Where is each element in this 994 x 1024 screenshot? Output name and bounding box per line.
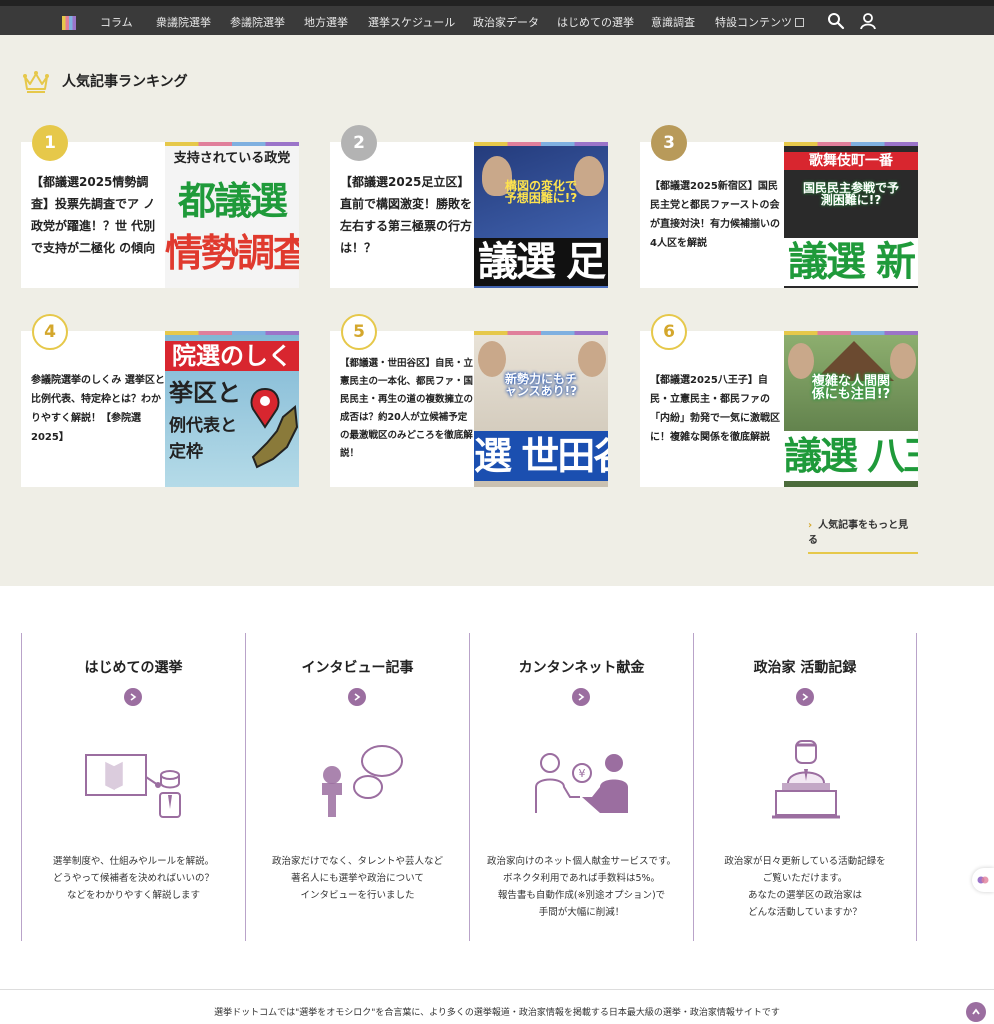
ranking-title: 人気記事ランキング — [62, 74, 188, 90]
microphone-speech-icon — [322, 745, 403, 817]
feature-interview[interactable]: インタビュー記事 政治家だけでなく、タレントや芸人など 著名人にも選挙や政治につ… — [245, 633, 469, 941]
back-to-top-button[interactable] — [966, 1002, 986, 1022]
ranking-card-title: 【都議選2025八王子】自民・立憲民主・都民ファの「内紛」勃発で一気に激戦区に！… — [650, 375, 780, 443]
feature-title: インタビュー記事 — [301, 660, 414, 676]
thumb-caption-main: 選 世田谷 — [474, 431, 608, 481]
rank-badge-6: 6 — [651, 314, 687, 350]
user-icon[interactable] — [859, 12, 877, 30]
nav-item-sangiin[interactable]: 参議院選挙 — [230, 14, 285, 30]
nav-item-first-election[interactable]: はじめての選挙 — [557, 14, 634, 30]
footer-divider — [0, 989, 994, 990]
board-teacher-icon — [85, 754, 181, 818]
ranking-card-thumbnail: 院選のしく 挙区と 例代表と 定枠 — [165, 331, 299, 487]
map-pin-icon — [250, 387, 299, 469]
feature-description: 政治家だけでなく、タレントや芸人など 著名人にも選挙や政治について インタビュー… — [271, 856, 443, 901]
ranking-more-label: 人気記事をもっと見る — [808, 520, 909, 546]
search-icon[interactable] — [827, 12, 845, 30]
side-widget-icon[interactable] — [972, 868, 994, 892]
ranking-card-thumbnail: 複雑な人間関係にも注目!? 議選 八王 — [784, 331, 918, 487]
ranking-card-title: 参議院選挙のしくみ 選挙区と比例代表、特定枠とは？わかりやすく解説！【参院選20… — [31, 375, 165, 443]
ranking-card-thumbnail: 新勢力にもチャンスあり!? 選 世田谷 — [474, 331, 608, 487]
ranking-header: 人気記事ランキング — [22, 69, 188, 93]
ranking-card-title: 【都議選2025足立区】直前で構図激変！勝敗を左右する第三極票の行方は！？ — [340, 175, 473, 255]
footer-tagline: 選挙ドットコムでは"選挙をオモシロク"を合言葉に、より多くの選挙報道・政治家情報… — [214, 1008, 780, 1018]
ranking-more-link[interactable]: › 人気記事をもっと見る — [808, 516, 918, 554]
rank-badge-3: 3 — [651, 125, 687, 161]
feature-links: はじめての選挙 選挙制度や、仕組みやルールを解説。 どうやって候補者を決めればい… — [21, 633, 918, 941]
feature-description: 選挙制度や、仕組みやルールを解説。 どうやって候補者を決めればいいの？ などをわ… — [52, 856, 215, 901]
thumb-caption-top: 支持されている政党 — [173, 151, 291, 166]
thumb-caption-main: 都議選 — [177, 179, 288, 223]
nav-item-schedule[interactable]: 選挙スケジュール — [368, 14, 455, 30]
ranking-card-4[interactable]: 参議院選挙のしくみ 選挙区と比例代表、特定枠とは？わかりやすく解説！【参院選20… — [21, 331, 299, 487]
feature-title: カンタンネット献金 — [518, 660, 645, 676]
feature-first-election[interactable]: はじめての選挙 選挙制度や、仕組みやルールを解説。 どうやって候補者を決めればい… — [21, 633, 245, 941]
donation-handshake-icon: ¥ — [535, 753, 628, 813]
feature-politician-activity[interactable]: 政治家 活動記録 政治家が日々更新している活動記録を ご覧いただけます。 あなた… — [693, 633, 917, 941]
ranking-card-title: 【都議選・世田谷区】自民・立憲民主の一本化、都民ファ・国民民主・再生の道の複数擁… — [340, 358, 474, 459]
arrow-right-icon[interactable] — [124, 688, 142, 706]
ranking-card-thumbnail: 歌舞伎町一番 国民民主参戦で予測困難に!? 議選 新 — [784, 142, 918, 288]
thumb-caption-sub: 情勢調査 — [165, 231, 299, 275]
thumb-caption-top: 歌舞伎町一番 — [784, 152, 918, 170]
ranking-card-title: 【都議選2025新宿区】国民民主党と都民ファーストの会が直接対決！有力候補揃いの… — [650, 181, 780, 249]
chevron-right-icon: › — [808, 520, 813, 531]
rank-badge-1: 1 — [32, 125, 68, 161]
ranking-card-1[interactable]: 【都議選2025情勢調査】投票先調査でア ノ政党が躍進！？世 代別で支持が二極化… — [21, 142, 299, 288]
nav-item-special[interactable]: 特設コンテンツ — [715, 14, 804, 30]
thumb-caption-sub: 例代表と 定枠 — [169, 416, 237, 462]
rank-badge-4: 4 — [32, 314, 68, 350]
ranking-card-5[interactable]: 【都議選・世田谷区】自民・立憲民主の一本化、都民ファ・国民民主・再生の道の複数擁… — [330, 331, 608, 487]
rank-badge-5: 5 — [341, 314, 377, 350]
ranking-card-2[interactable]: 【都議選2025足立区】直前で構図激変！勝敗を左右する第三極票の行方は！？ 構図… — [330, 142, 608, 288]
rank-badge-2: 2 — [341, 125, 377, 161]
site-logo-icon[interactable] — [62, 16, 76, 30]
nav-item-local[interactable]: 地方選挙 — [304, 14, 348, 30]
thumb-caption-mid: 国民民主参戦で予測困難に!? — [802, 181, 899, 207]
crown-icon — [23, 71, 49, 93]
ranking-card-6[interactable]: 【都議選2025八王子】自民・立憲民主・都民ファの「内紛」勃発で一気に激戦区に！… — [640, 331, 918, 487]
ranking-card-title: 【都議選2025情勢調査】投票先調査でア ノ政党が躍進！？世 代別で支持が二極化… — [31, 175, 156, 255]
ranking-card-3[interactable]: 【都議選2025新宿区】国民民主党と都民ファーストの会が直接対決！有力候補揃いの… — [640, 142, 918, 288]
thumb-caption-top: 院選のしく — [165, 341, 299, 371]
feature-description: 政治家が日々更新している活動記録を ご覧いただけます。 あなたの選挙区の政治家は… — [724, 856, 886, 918]
thumb-caption-top: 複雑な人間関係にも注目!? — [811, 374, 891, 402]
feature-description: 政治家向けのネット個人献金サービスです。 ボネクタ利用であれば手数料は5%。 報… — [486, 856, 677, 918]
thumb-caption-top: 構図の変化で予想困難に!? — [504, 179, 578, 205]
ranking-card-thumbnail: 構図の変化で予想困難に!? 議選 足 — [474, 142, 608, 288]
nav-item-politician-data[interactable]: 政治家データ — [473, 14, 539, 30]
svg-text:¥: ¥ — [579, 767, 586, 780]
nav-item-special-label: 特設コンテンツ — [715, 16, 792, 29]
thumb-caption-main: 議選 足 — [474, 238, 608, 286]
external-link-icon — [795, 18, 804, 27]
feature-title: はじめての選挙 — [84, 660, 183, 676]
arrow-right-icon[interactable] — [572, 688, 590, 706]
nav-item-shugiin[interactable]: 衆議院選挙 — [156, 14, 211, 30]
feature-title: 政治家 活動記録 — [753, 660, 857, 676]
nav-item-survey[interactable]: 意識調査 — [651, 14, 695, 30]
politician-podium-icon — [772, 740, 840, 819]
thumb-caption-main: 議選 新 — [784, 238, 918, 286]
top-nav: コラム 衆議院選挙 参議院選挙 地方選挙 選挙スケジュール 政治家データ はじめ… — [0, 0, 994, 35]
feature-net-donation[interactable]: カンタンネット献金 ¥ 政治家向けのネット個人献金サービスです。 ボネクタ利用で… — [469, 633, 693, 941]
arrow-right-icon[interactable] — [796, 688, 814, 706]
thumb-caption-top: 新勢力にもチャンスあり!? — [504, 372, 578, 398]
chevron-up-icon — [972, 1008, 980, 1015]
ranking-card-thumbnail: 支持されている政党 都議選 情勢調査 — [165, 142, 299, 288]
arrow-right-icon[interactable] — [348, 688, 366, 706]
nav-item-column[interactable]: コラム — [100, 14, 133, 30]
thumb-caption-main: 議選 八王 — [784, 431, 918, 481]
ranking-section: 人気記事ランキング 【都議選2025情勢調査】投票先調査でア ノ政党が躍進！？世… — [0, 35, 994, 586]
